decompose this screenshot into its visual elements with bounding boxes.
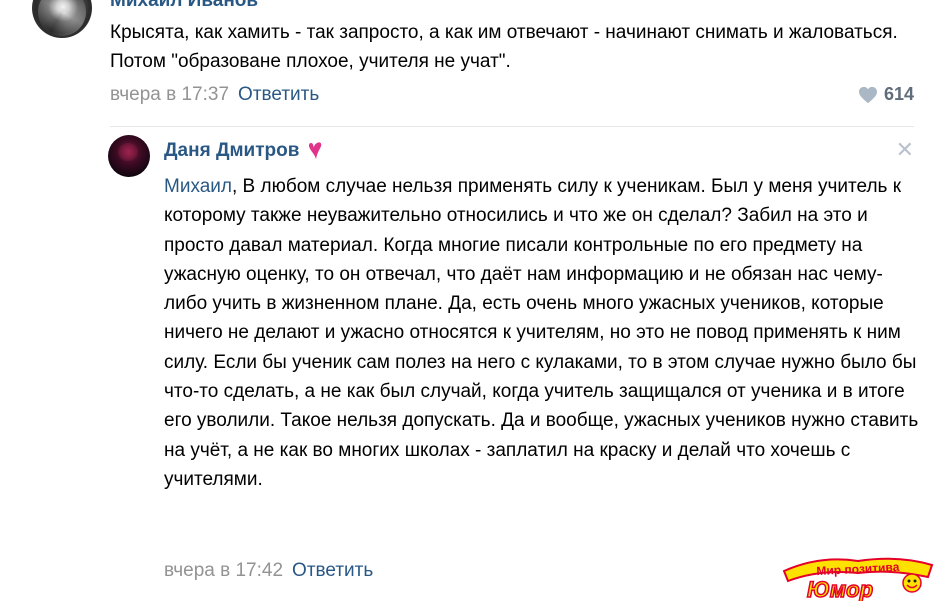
watermark-logo: Мир позитива Юмор — [782, 557, 934, 601]
divider — [110, 126, 914, 127]
reply-author[interactable]: Даня Дмитров — [164, 140, 299, 162]
svg-text:Юмор: Юмор — [807, 577, 873, 601]
mention-link[interactable]: Михаил — [164, 176, 232, 197]
heart-icon — [858, 86, 877, 103]
reply-text: Михаил, В любом случае нельзя применять … — [164, 172, 924, 494]
reply-time[interactable]: вчера в 17:42 — [164, 560, 283, 581]
comment-text: Крысята, как хамить - так запросто, а ка… — [110, 22, 898, 72]
reply-reply-button[interactable]: Ответить — [292, 560, 373, 581]
heart-decoration-icon — [309, 142, 322, 160]
comment-author[interactable]: Михаил Иванов — [110, 0, 258, 12]
like-count: 614 — [883, 84, 914, 104]
svg-text:Мир позитива: Мир позитива — [816, 560, 900, 578]
reply-author-row: Даня Дмитров — [164, 140, 325, 162]
close-icon[interactable]: ✕ — [896, 139, 914, 161]
reply-avatar[interactable] — [108, 135, 150, 177]
avatar[interactable] — [32, 0, 92, 38]
reply-body: , В любом случае нельзя применять силу к… — [164, 176, 919, 490]
page: Михаил Иванов Крысята, как хамить - так … — [0, 0, 950, 603]
comment-meta: вчера в 17:37 Ответить — [110, 84, 319, 106]
reply-meta: вчера в 17:42 Ответить — [164, 560, 373, 582]
reply-button[interactable]: Ответить — [238, 84, 319, 105]
comment-time[interactable]: вчера в 17:37 — [110, 84, 229, 105]
like-button[interactable]: 614 — [858, 84, 914, 105]
